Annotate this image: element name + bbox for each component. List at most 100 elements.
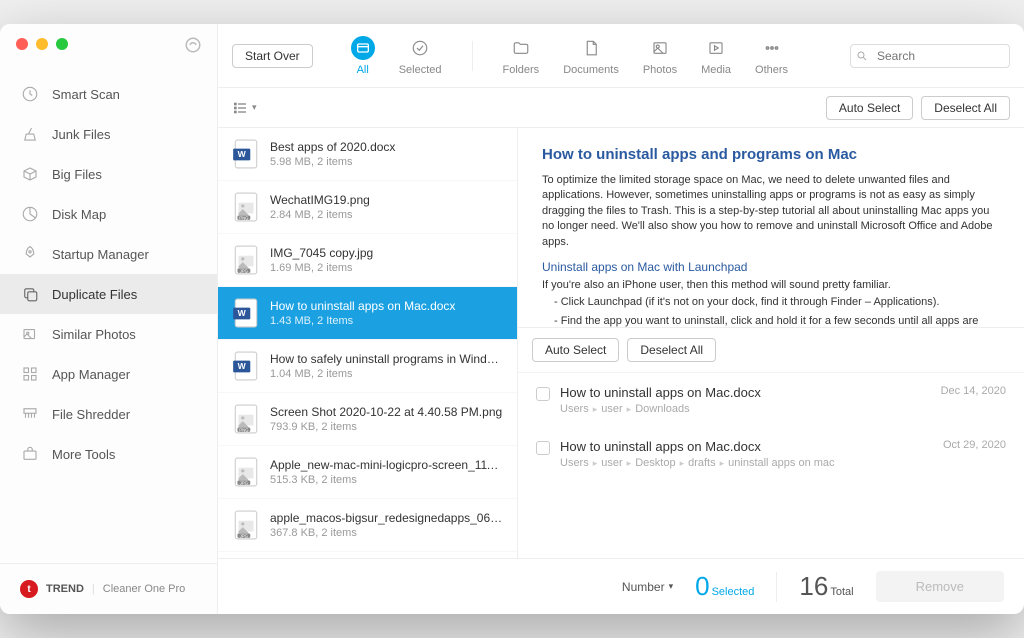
file-type-icon: W bbox=[232, 138, 260, 170]
sidebar-item-label: Duplicate Files bbox=[52, 287, 137, 302]
content: WBest apps of 2020.docx5.98 MB, 2 itemsP… bbox=[218, 128, 1024, 558]
duplicate-path: Users ▸ user ▸ Downloads bbox=[560, 403, 931, 415]
tab-photos[interactable]: Photos bbox=[643, 36, 677, 76]
preview-title: How to uninstall apps and programs on Ma… bbox=[542, 146, 1000, 163]
tab-documents[interactable]: Documents bbox=[563, 36, 619, 76]
preview-paragraph: To optimize the limited storage space on… bbox=[542, 173, 1000, 250]
tab-all[interactable]: All bbox=[351, 36, 375, 76]
close-window[interactable] bbox=[16, 38, 28, 50]
duplicate-name: How to uninstall apps on Mac.docx bbox=[560, 439, 933, 454]
search-input[interactable] bbox=[850, 44, 1010, 68]
duplicate-toolbar: Auto Select Deselect All bbox=[518, 328, 1024, 373]
sidebar-item-smart-scan[interactable]: Smart Scan bbox=[0, 74, 217, 114]
file-type-icon: JPG bbox=[232, 456, 260, 488]
duplicate-path: Users ▸ user ▸ Desktop ▸ drafts ▸ uninst… bbox=[560, 457, 933, 469]
file-item[interactable]: JPGIMG_7045 copy.jpg1.69 MB, 2 items bbox=[218, 234, 517, 287]
duplicate-name: How to uninstall apps on Mac.docx bbox=[560, 385, 931, 400]
sidebar-item-label: File Shredder bbox=[52, 407, 130, 422]
sidebar-item-label: App Manager bbox=[52, 367, 130, 382]
tab-media[interactable]: Media bbox=[701, 36, 731, 76]
tab-selected[interactable]: Selected bbox=[399, 36, 442, 76]
search-icon bbox=[856, 50, 868, 62]
sidebar-item-startup-manager[interactable]: Startup Manager bbox=[0, 234, 217, 274]
file-item[interactable]: PNGWechatIMG19.png2.84 MB, 2 items bbox=[218, 181, 517, 234]
sidebar-item-disk-map[interactable]: Disk Map bbox=[0, 194, 217, 234]
duplicate-item: How to uninstall apps on Mac.docx Users ▸… bbox=[518, 373, 1024, 427]
sidebar-item-app-manager[interactable]: App Manager bbox=[0, 354, 217, 394]
sidebar-item-big-files[interactable]: Big Files bbox=[0, 154, 217, 194]
sidebar-item-more-tools[interactable]: More Tools bbox=[0, 434, 217, 474]
others-icon bbox=[760, 36, 784, 60]
file-type-icon: PNG bbox=[232, 191, 260, 223]
file-item[interactable]: WHow to uninstall apps on Mac.docx1.43 M… bbox=[218, 287, 517, 340]
dup-deselect-all-button[interactable]: Deselect All bbox=[627, 338, 716, 362]
remove-button[interactable]: Remove bbox=[876, 571, 1004, 602]
toolbar: Start Over All Selected Folders Docum bbox=[218, 24, 1024, 88]
selected-count: 0 Selected bbox=[695, 571, 754, 602]
minimize-window[interactable] bbox=[36, 38, 48, 50]
file-name: apple_macos-bigsur_redesignedapps_0622… bbox=[270, 511, 503, 525]
file-item[interactable]: PNGScreen Shot 2020-10-22 at 4.40.58 PM.… bbox=[218, 393, 517, 446]
trend-logo-icon: t bbox=[20, 580, 38, 598]
preview-document: How to uninstall apps and programs on Ma… bbox=[518, 128, 1024, 328]
sidebar-item-file-shredder[interactable]: File Shredder bbox=[0, 394, 217, 434]
broom-icon bbox=[20, 124, 40, 144]
search-wrap bbox=[850, 44, 1010, 68]
start-over-button[interactable]: Start Over bbox=[232, 44, 313, 68]
tab-label: Photos bbox=[643, 64, 677, 76]
preview-panel: How to uninstall apps and programs on Ma… bbox=[518, 128, 1024, 558]
file-item[interactable]: W How to safely uninstall programs in Win… bbox=[218, 340, 517, 393]
sidebar-item-label: More Tools bbox=[52, 447, 115, 462]
file-name: Apple_new-mac-mini-logicpro-screen_11102… bbox=[270, 458, 503, 472]
maximize-window[interactable] bbox=[56, 38, 68, 50]
shredder-icon bbox=[20, 404, 40, 424]
svg-text:JPG: JPG bbox=[240, 480, 248, 485]
tab-label: Folders bbox=[503, 64, 540, 76]
duplicate-list: How to uninstall apps on Mac.docx Users ▸… bbox=[518, 373, 1024, 558]
file-item[interactable]: JPG Apple_new-mac-mini-logicpro-screen_11… bbox=[218, 446, 517, 499]
file-item[interactable]: WBest apps of 2020.docx5.98 MB, 2 items bbox=[218, 128, 517, 181]
svg-text:PNG: PNG bbox=[239, 427, 248, 432]
tab-label: Others bbox=[755, 64, 788, 76]
filter-tabs: All Selected Folders Documents Phot bbox=[351, 36, 788, 76]
file-type-icon: JPG bbox=[232, 244, 260, 276]
file-name: How to safely uninstall programs in Wind… bbox=[270, 352, 503, 366]
file-list[interactable]: WBest apps of 2020.docx5.98 MB, 2 itemsP… bbox=[218, 128, 518, 558]
main: Start Over All Selected Folders Docum bbox=[218, 24, 1024, 614]
sidebar-item-duplicate-files[interactable]: Duplicate Files bbox=[0, 274, 217, 314]
duplicate-checkbox[interactable] bbox=[536, 387, 550, 401]
file-type-icon: JPG bbox=[232, 509, 260, 541]
file-meta: 793.9 KB, 2 items bbox=[270, 421, 503, 433]
preview-step: Find the app you want to uninstall, clic… bbox=[554, 314, 1000, 328]
dup-auto-select-button[interactable]: Auto Select bbox=[532, 338, 619, 362]
sidebar-item-similar-photos[interactable]: Similar Photos bbox=[0, 314, 217, 354]
app-logo-icon bbox=[184, 36, 202, 54]
sidebar-item-label: Big Files bbox=[52, 167, 102, 182]
tab-label: Documents bbox=[563, 64, 619, 76]
all-icon bbox=[351, 36, 375, 60]
folder-icon bbox=[509, 36, 533, 60]
preview-steps: Click Launchpad (if it's not on your doc… bbox=[542, 295, 1000, 328]
file-type-icon: W bbox=[232, 350, 260, 382]
app-window: Smart Scan Junk Files Big Files Disk Map… bbox=[0, 24, 1024, 614]
rocket-icon bbox=[20, 244, 40, 264]
chevron-down-icon: ▾ bbox=[669, 581, 674, 592]
file-meta: 1.43 MB, 2 Items bbox=[270, 315, 503, 327]
duplicate-checkbox[interactable] bbox=[536, 441, 550, 455]
file-type-icon: W bbox=[232, 297, 260, 329]
auto-select-button[interactable]: Auto Select bbox=[826, 96, 913, 120]
tab-others[interactable]: Others bbox=[755, 36, 788, 76]
file-name: IMG_7045 copy.jpg bbox=[270, 246, 503, 260]
sidebar-item-junk-files[interactable]: Junk Files bbox=[0, 114, 217, 154]
deselect-all-button[interactable]: Deselect All bbox=[921, 96, 1010, 120]
sort-dropdown[interactable]: Number ▾ bbox=[622, 580, 673, 594]
sidebar: Smart Scan Junk Files Big Files Disk Map… bbox=[0, 24, 218, 614]
tab-folders[interactable]: Folders bbox=[503, 36, 540, 76]
clock-icon bbox=[20, 84, 40, 104]
footer: Number ▾ 0 Selected 16 Total Remove bbox=[218, 558, 1024, 614]
view-toggle[interactable]: ▾ bbox=[232, 100, 257, 116]
file-item[interactable]: JPG apple_macos-bigsur_redesignedapps_062… bbox=[218, 499, 517, 552]
traffic-lights bbox=[16, 38, 68, 50]
toolbox-icon bbox=[20, 444, 40, 464]
sidebar-item-label: Junk Files bbox=[52, 127, 111, 142]
